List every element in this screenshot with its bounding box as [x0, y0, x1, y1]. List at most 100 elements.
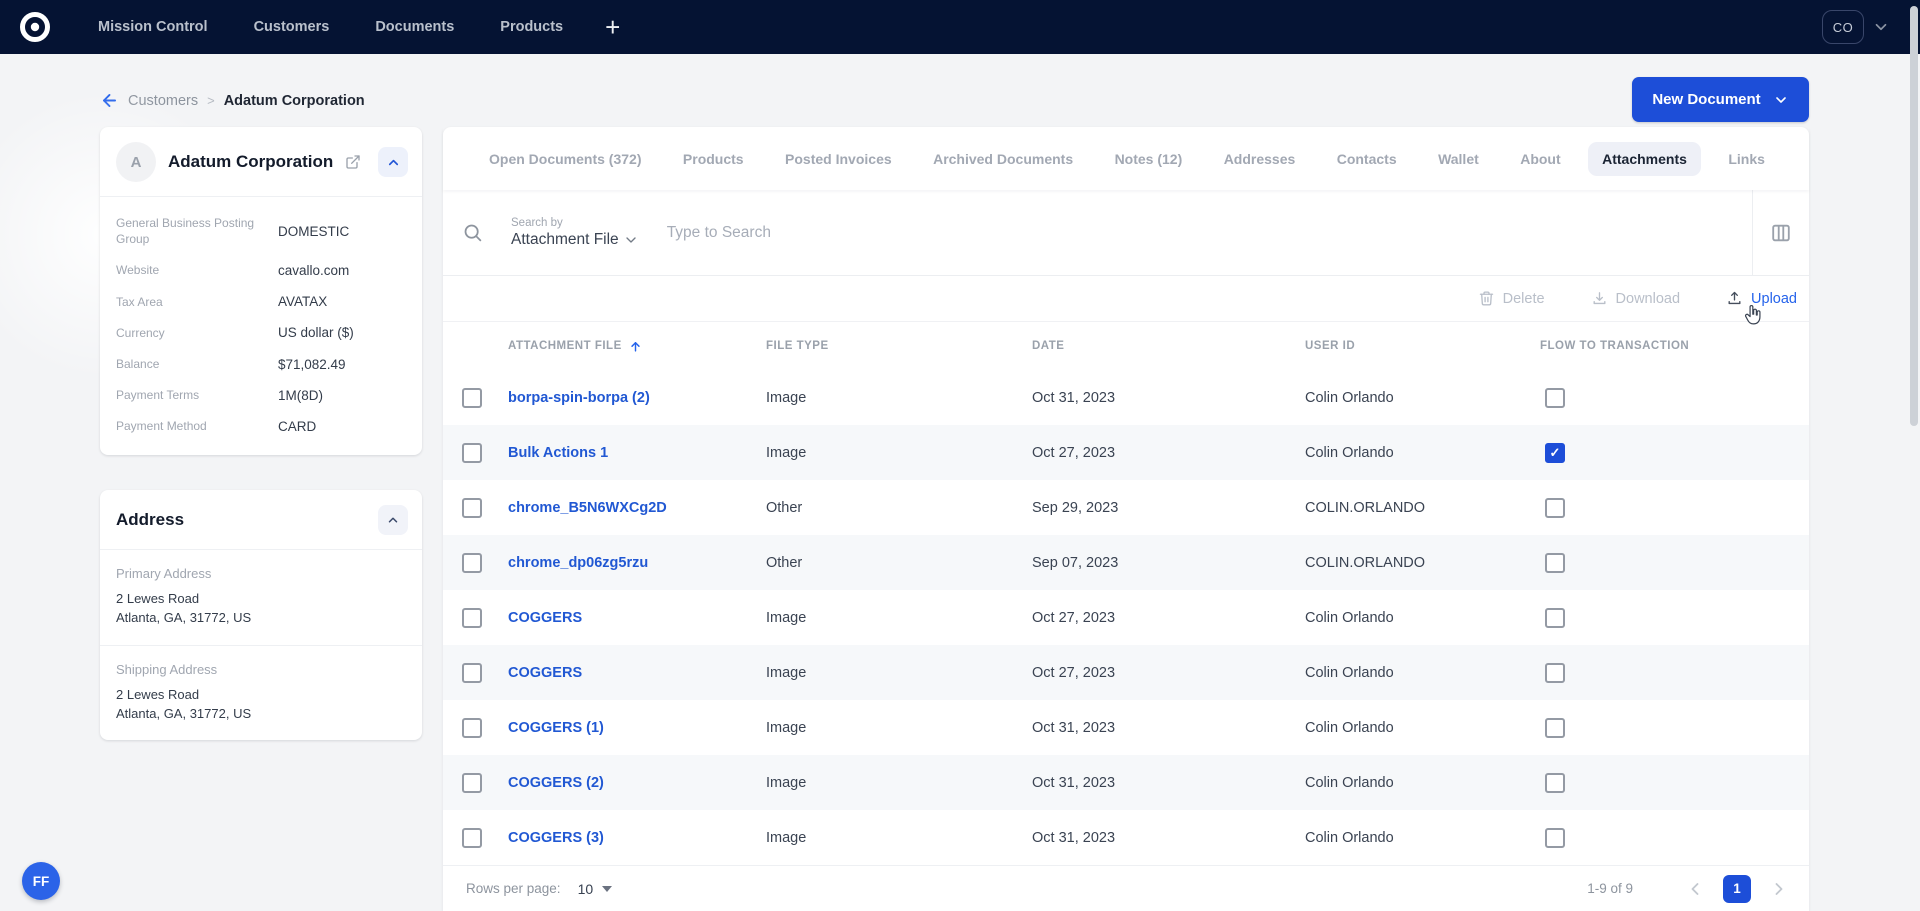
field-label: Tax Area	[116, 294, 264, 310]
row-select-checkbox[interactable]	[462, 718, 482, 738]
page-next-button[interactable]	[1765, 875, 1793, 903]
flow-to-transaction-checkbox[interactable]	[1545, 388, 1565, 408]
upload-button[interactable]: Upload	[1726, 290, 1797, 307]
row-select-checkbox[interactable]	[462, 443, 482, 463]
attachment-file-link[interactable]: chrome_B5N6WXCg2D	[508, 500, 667, 516]
tab-products[interactable]: Products	[669, 142, 758, 176]
vertical-scrollbar[interactable]	[1910, 6, 1918, 426]
field-label: Website	[116, 262, 264, 278]
row-select-checkbox[interactable]	[462, 608, 482, 628]
attachment-file-link[interactable]: COGGERS (1)	[508, 720, 604, 736]
tab-posted-invoices[interactable]: Posted Invoices	[771, 142, 906, 176]
tab-wallet[interactable]: Wallet	[1424, 142, 1493, 176]
download-button[interactable]: Download	[1591, 290, 1681, 307]
file-type-cell: Image	[759, 390, 1025, 406]
page-1-button[interactable]: 1	[1723, 875, 1751, 903]
delete-button[interactable]: Delete	[1478, 290, 1545, 307]
attachment-file-link[interactable]: Bulk Actions 1	[508, 445, 608, 461]
tab-contacts[interactable]: Contacts	[1323, 142, 1411, 176]
chevron-up-icon	[386, 155, 401, 170]
row-select-checkbox[interactable]	[462, 828, 482, 848]
breadcrumb: Customers > Adatum Corporation	[100, 91, 365, 110]
page-prev-button[interactable]	[1681, 875, 1709, 903]
breadcrumb-customers[interactable]: Customers	[128, 93, 198, 109]
add-new-icon[interactable]: +	[605, 14, 620, 40]
file-type-cell: Image	[759, 445, 1025, 461]
flow-to-transaction-checkbox[interactable]	[1545, 663, 1565, 683]
tab-about[interactable]: About	[1506, 142, 1574, 176]
delete-label: Delete	[1503, 291, 1545, 307]
column-date[interactable]: DATE	[1025, 340, 1298, 352]
user-initials-badge[interactable]: CO	[1822, 10, 1864, 44]
user-avatar[interactable]: FF	[22, 862, 60, 900]
flow-to-transaction-checkbox[interactable]	[1545, 608, 1565, 628]
chevron-left-icon	[1685, 879, 1705, 899]
chevron-down-icon	[623, 232, 639, 248]
external-link-icon[interactable]	[345, 154, 361, 170]
nav-item-documents[interactable]: Documents	[375, 19, 454, 35]
attachment-file-link[interactable]: borpa-spin-borpa (2)	[508, 390, 650, 406]
column-settings-button[interactable]	[1766, 218, 1796, 248]
nav-item-mission-control[interactable]: Mission Control	[98, 19, 208, 35]
tab-notes[interactable]: Notes (12)	[1101, 142, 1197, 176]
attachment-file-link[interactable]: COGGERS	[508, 610, 582, 626]
attachment-file-link[interactable]: chrome_dp06zg5rzu	[508, 555, 648, 571]
app-logo-icon[interactable]	[18, 10, 52, 44]
flow-to-transaction-checkbox[interactable]	[1545, 718, 1565, 738]
field-value: DOMESTIC	[278, 224, 406, 239]
tab-attachments[interactable]: Attachments	[1588, 142, 1701, 176]
column-file-type[interactable]: FILE TYPE	[759, 340, 1025, 352]
address-card: Address Primary Address 2 Lewes Road Atl…	[100, 490, 422, 740]
flow-to-transaction-checkbox[interactable]	[1545, 553, 1565, 573]
search-input[interactable]	[667, 213, 1752, 253]
flow-to-transaction-checkbox[interactable]	[1545, 498, 1565, 518]
back-arrow-icon[interactable]	[100, 91, 119, 110]
file-type-cell: Other	[759, 555, 1025, 571]
column-flow-to-transaction[interactable]: FLOW TO TRANSACTION	[1533, 340, 1809, 352]
collapse-customer-card-button[interactable]	[378, 147, 408, 177]
table-row: COGGERS (2) Image Oct 31, 2023 Colin Orl…	[443, 755, 1809, 810]
field-balance: Balance $71,082.49	[116, 356, 406, 372]
column-label: FLOW TO TRANSACTION	[1540, 340, 1689, 352]
top-navbar: Mission Control Customers Documents Prod…	[0, 0, 1920, 54]
field-tax-area: Tax Area AVATAX	[116, 294, 406, 310]
field-website: Website cavallo.com	[116, 262, 406, 278]
column-label: DATE	[1032, 340, 1064, 352]
collapse-address-card-button[interactable]	[378, 505, 408, 535]
chevron-down-icon[interactable]	[1872, 18, 1890, 36]
attachment-file-link[interactable]: COGGERS (3)	[508, 830, 604, 846]
address-line2: Atlanta, GA, 31772, US	[116, 705, 406, 724]
field-gbp-group: General Business Posting Group DOMESTIC	[116, 215, 406, 247]
attachment-file-link[interactable]: COGGERS (2)	[508, 775, 604, 791]
nav-item-products[interactable]: Products	[500, 19, 563, 35]
attachment-file-link[interactable]: COGGERS	[508, 665, 582, 681]
column-user-id[interactable]: USER ID	[1298, 340, 1533, 352]
customer-avatar: A	[116, 142, 156, 182]
tab-links[interactable]: Links	[1714, 142, 1779, 176]
column-label: USER ID	[1305, 340, 1355, 352]
flow-to-transaction-checkbox[interactable]	[1545, 773, 1565, 793]
date-cell: Sep 29, 2023	[1025, 500, 1298, 516]
row-select-checkbox[interactable]	[462, 498, 482, 518]
new-document-button[interactable]: New Document	[1632, 77, 1809, 122]
rows-per-page-select[interactable]: 10	[578, 881, 613, 897]
row-select-checkbox[interactable]	[462, 388, 482, 408]
tab-addresses[interactable]: Addresses	[1210, 142, 1310, 176]
nav-item-customers[interactable]: Customers	[254, 19, 330, 35]
rows-per-page-label: Rows per page:	[466, 881, 561, 896]
column-attachment-file[interactable]: ATTACHMENT FILE	[501, 339, 759, 354]
flow-to-transaction-checkbox[interactable]	[1545, 828, 1565, 848]
table-header: ATTACHMENT FILE FILE TYPE DATE USER ID F…	[443, 322, 1809, 370]
row-select-checkbox[interactable]	[462, 773, 482, 793]
chevron-down-icon	[1773, 92, 1789, 108]
row-select-checkbox[interactable]	[462, 553, 482, 573]
search-filter-dropdown[interactable]: Search by Attachment File	[511, 217, 639, 249]
flow-to-transaction-checkbox[interactable]	[1545, 443, 1565, 463]
table-footer: Rows per page: 10 1-9 of 9 1	[443, 865, 1809, 911]
chevron-up-icon	[386, 513, 400, 527]
tab-archived-documents[interactable]: Archived Documents	[919, 142, 1087, 176]
table-row: COGGERS (1) Image Oct 31, 2023 Colin Orl…	[443, 700, 1809, 755]
tab-open-documents[interactable]: Open Documents (372)	[475, 142, 655, 176]
row-select-checkbox[interactable]	[462, 663, 482, 683]
pagination-range: 1-9 of 9	[1587, 881, 1633, 896]
